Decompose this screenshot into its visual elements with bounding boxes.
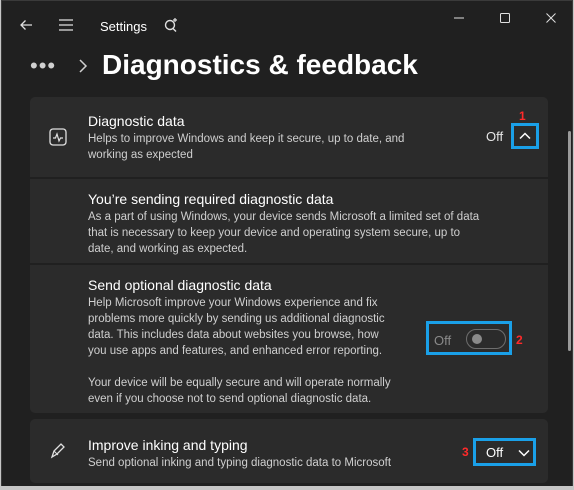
back-button[interactable] (8, 9, 44, 41)
optional-data-section: Send optional diagnostic data Help Micro… (30, 265, 548, 413)
inking-typing-title: Improve inking and typing (88, 437, 248, 453)
activity-chart-icon (49, 128, 67, 146)
breadcrumb-more-button[interactable]: ••• (30, 53, 56, 79)
toggle-knob (472, 334, 482, 344)
hamburger-menu-icon (59, 19, 73, 31)
settings-window: Settings ••• Diagnostics & feedback Diag… (1, 0, 573, 489)
bottom-border (0, 486, 574, 490)
diagnostic-data-description-line1: Helps to improve Windows and keep it sec… (88, 133, 405, 145)
optional-data-description-line2: problems more quickly by sending us addi… (88, 313, 385, 325)
inking-typing-description: Send optional inking and typing diagnost… (88, 457, 392, 469)
back-arrow-icon (20, 20, 32, 30)
step-marker-1: 1 (519, 109, 526, 123)
chevron-right-icon (79, 59, 88, 73)
pen-icon (50, 443, 65, 459)
optional-data-note-line2: even if you choose not to send optional … (88, 393, 372, 405)
diagnostic-data-card[interactable]: Diagnostic data Helps to improve Windows… (30, 97, 548, 177)
diagnostic-data-state: Off (486, 129, 504, 144)
required-data-description-line2: that is necessary to keep your device an… (88, 227, 461, 239)
chevron-up-icon (519, 132, 531, 140)
app-title: Settings (100, 19, 147, 34)
maximize-icon (500, 13, 510, 23)
maximize-button[interactable] (482, 1, 528, 35)
page-title: Diagnostics & feedback (102, 49, 418, 80)
scrollbar[interactable] (568, 131, 571, 351)
optional-data-description-line3: data. This includes data about websites … (88, 329, 379, 341)
optional-data-toggle-label: Off (434, 333, 452, 348)
collapse-button-highlight[interactable] (511, 123, 539, 149)
diagnostic-data-title: Diagnostic data (88, 113, 185, 129)
optional-data-toggle[interactable] (466, 329, 506, 349)
step-marker-3: 3 (462, 445, 469, 459)
minimize-icon (454, 17, 464, 19)
inking-typing-card[interactable]: Improve inking and typing Send optional … (30, 419, 548, 483)
close-button[interactable] (528, 1, 572, 35)
step-marker-2: 2 (516, 333, 523, 347)
minimize-button[interactable] (436, 1, 482, 35)
required-data-title: You’re sending required diagnostic data (88, 191, 334, 207)
navigation-menu-button[interactable] (48, 9, 84, 41)
required-data-section: You’re sending required diagnostic data … (30, 179, 548, 263)
settings-sparkle-icon (164, 18, 177, 32)
optional-data-title: Send optional diagnostic data (88, 277, 272, 293)
chevron-down-icon (518, 449, 530, 457)
inking-state: Off (486, 445, 504, 460)
optional-data-description-line1: Help Microsoft improve your Windows expe… (88, 297, 378, 309)
inking-dropdown-highlight[interactable]: Off (473, 438, 536, 466)
required-data-description-line1: As a part of using Windows, your device … (88, 211, 480, 223)
optional-data-note-line1: Your device will be equally secure and w… (88, 377, 391, 389)
optional-data-description-line4: you use apps and features, and enhanced … (88, 345, 383, 357)
diagnostic-data-description-line2: working as expected (88, 149, 193, 161)
required-data-description-line3: date, and working as expected. (88, 243, 248, 255)
title-bar: Settings (2, 1, 572, 49)
close-icon (546, 13, 556, 23)
